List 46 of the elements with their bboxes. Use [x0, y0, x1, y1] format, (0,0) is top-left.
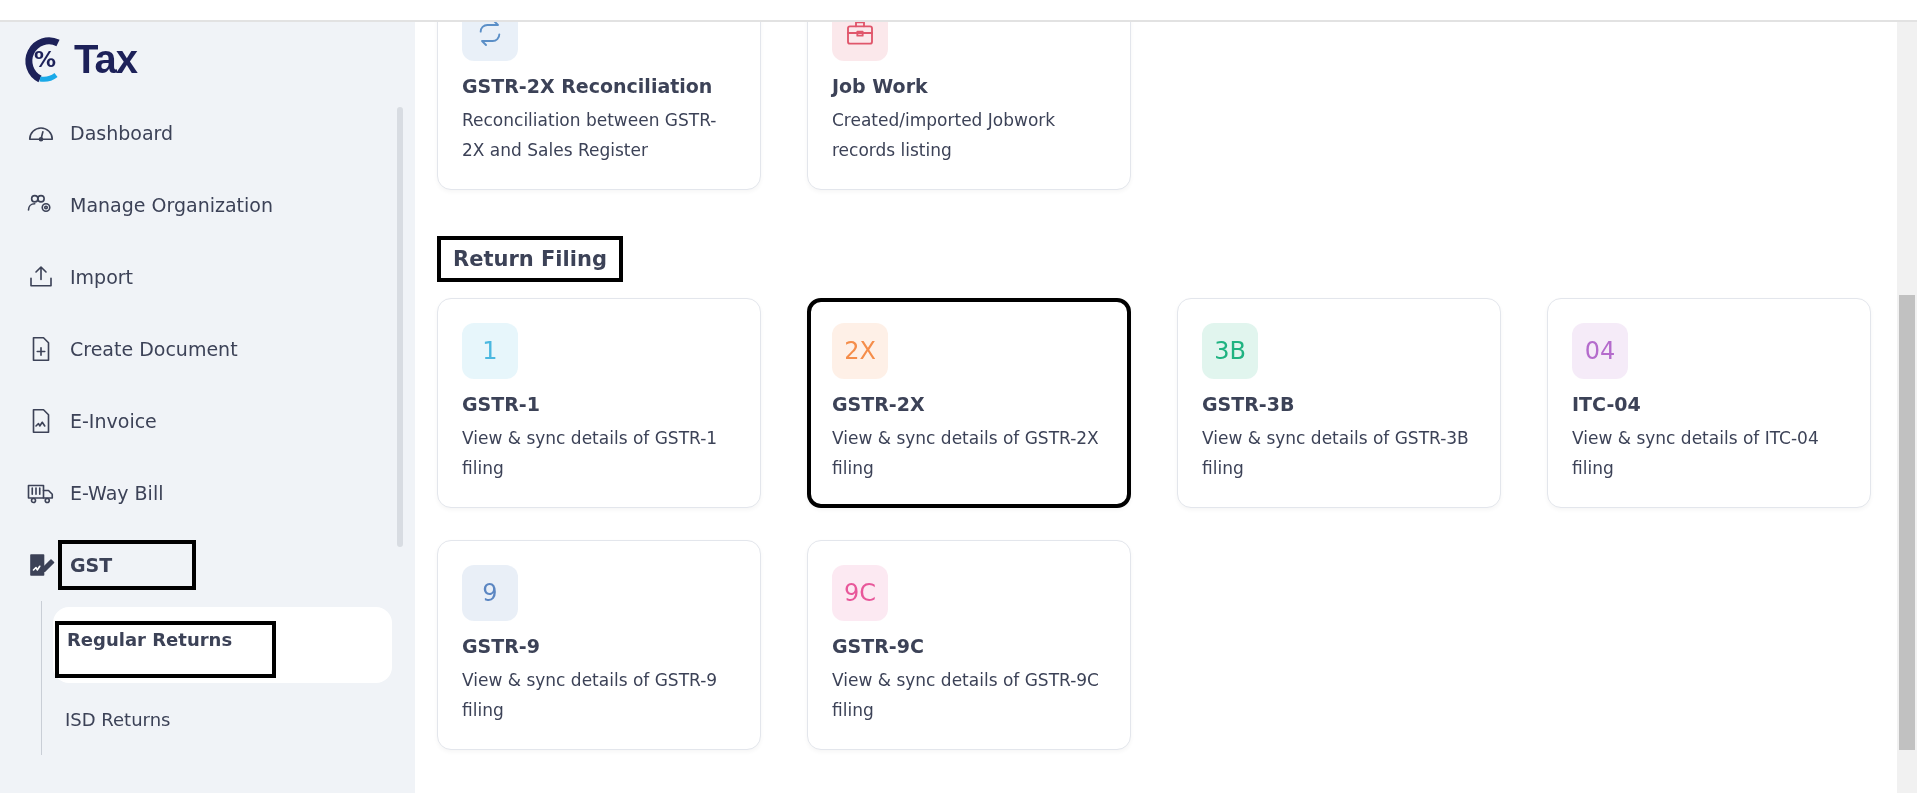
logo-text: Tax [74, 37, 137, 82]
sidebar-item[interactable]: GST [58, 540, 197, 590]
submenu-item[interactable]: Regular Returns [53, 607, 392, 683]
card-description: Reconciliation between GSTR-2X and Sales Register [462, 109, 718, 162]
card-title: GSTR-2X [832, 393, 926, 415]
submenu-item[interactable]: ISD Returns [53, 683, 392, 755]
card-title: GSTR-9 [462, 635, 541, 657]
card-description: View & sync details of ITC-04 filing [1572, 427, 1820, 480]
return-badge: 1 [462, 323, 518, 379]
card-description: Created/imported Jobwork records listing [832, 109, 1057, 162]
submenu-label: Regular Returns [55, 621, 277, 678]
return-card[interactable]: 9 GSTR-9 View & sync details of GSTR-9 filing [437, 540, 761, 750]
sidebar-item[interactable]: E-Way Bill [70, 482, 164, 504]
return-badge: 2X [832, 323, 888, 379]
return-badge: 9C [832, 565, 888, 621]
tool-card[interactable]: GSTR-2X Reconciliation Reconciliation between GSTR-2X and Sales Register [437, 22, 761, 190]
return-card[interactable]: 3B GSTR-3B View & sync details of GSTR-3B filing [1177, 298, 1501, 508]
card-title: GSTR-2X Reconciliation [462, 75, 714, 97]
scrollbar-thumb[interactable] [397, 107, 403, 547]
scrollbar-thumb[interactable] [1899, 295, 1915, 750]
card-title: GSTR-1 [462, 393, 541, 415]
return-card[interactable]: 04 ITC-04 View & sync details of ITC-04 filing [1547, 298, 1871, 508]
card-title: Job Work [832, 75, 929, 97]
card-title: GSTR-9C [832, 635, 925, 657]
return-badge: 04 [1572, 323, 1628, 379]
sidebar-item[interactable]: E-Invoice [70, 410, 157, 432]
card-description: View & sync details of GSTR-9C filing [832, 669, 1100, 722]
return-badge: 3B [1202, 323, 1258, 379]
sidebar-item[interactable]: Manage Organization [70, 194, 273, 216]
card-description: View & sync details of GSTR-9 filing [462, 669, 719, 722]
card-description: View & sync details of GSTR-2X filing [832, 427, 1100, 480]
return-badge: 9 [462, 565, 518, 621]
tool-card[interactable]: Job Work Created/imported Jobwork records listing [807, 22, 1131, 190]
section-heading: Return Filing [437, 236, 623, 282]
card-title: GSTR-3B [1202, 393, 1296, 415]
card-title: ITC-04 [1572, 393, 1642, 415]
submenu-label: ISD Returns [65, 708, 171, 730]
return-card[interactable]: 9C GSTR-9C View & sync details of GSTR-9C filing [807, 540, 1131, 750]
card-description: View & sync details of GSTR-3B filing [1202, 427, 1470, 480]
sidebar-item[interactable]: Import [70, 266, 134, 288]
return-card[interactable]: 1 GSTR-1 View & sync details of GSTR-1 filing [437, 298, 761, 508]
return-card[interactable]: 2X GSTR-2X View & sync details of GSTR-2X filing [807, 298, 1131, 508]
sidebar-item[interactable]: Create Document [70, 338, 238, 360]
card-description: View & sync details of GSTR-1 filing [462, 427, 719, 480]
sidebar-item[interactable]: Dashboard [70, 122, 174, 144]
logo-mark: % [18, 32, 72, 87]
